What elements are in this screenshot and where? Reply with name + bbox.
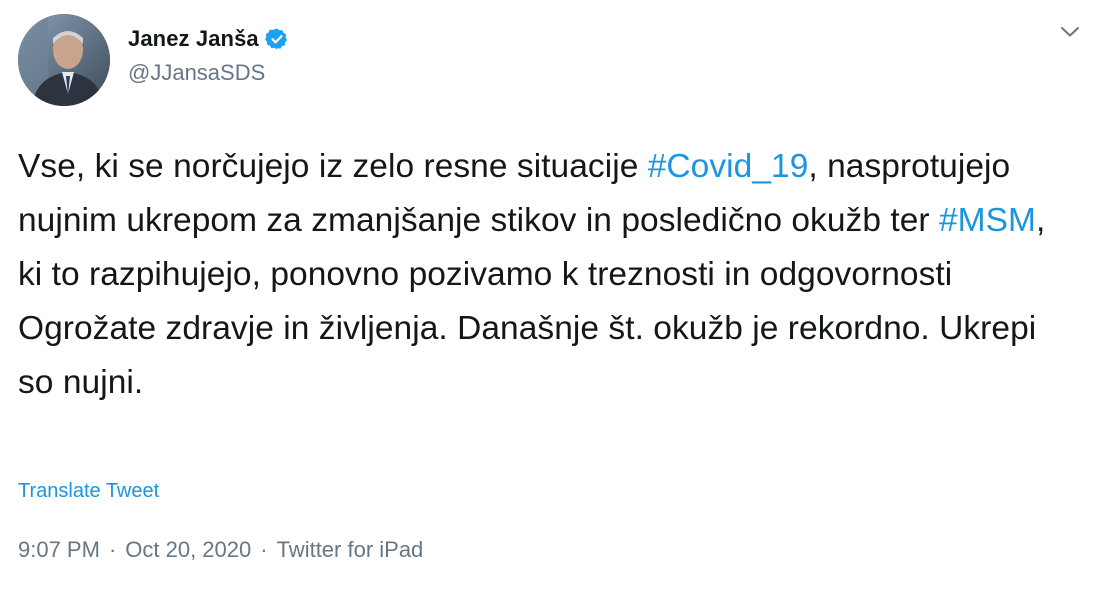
- hashtag-link[interactable]: #Covid_19: [648, 148, 809, 185]
- author-display-name[interactable]: Janez Janša: [128, 26, 259, 52]
- translate-tweet-link[interactable]: Translate Tweet: [18, 480, 159, 503]
- author-name-row: Janez Janša: [128, 24, 289, 54]
- hashtag-link[interactable]: #MSM: [939, 202, 1036, 239]
- chevron-down-icon: [1060, 25, 1080, 43]
- verified-badge-icon: [264, 27, 289, 51]
- meta-separator: ·: [260, 537, 268, 562]
- user-avatar[interactable]: [18, 14, 110, 106]
- tweet-source[interactable]: Twitter for iPad: [277, 537, 424, 563]
- tweet-text-segment: Vse, ki se norčujejo iz zelo resne situa…: [18, 148, 648, 185]
- tweet-date[interactable]: Oct 20, 2020: [125, 537, 251, 563]
- tweet-text: Vse, ki se norčujejo iz zelo resne situa…: [18, 140, 1078, 410]
- author-handle[interactable]: @JJansaSDS: [128, 60, 265, 86]
- tweet-menu-button[interactable]: [1056, 22, 1084, 46]
- tweet-text-segment: ,: [808, 148, 828, 185]
- meta-separator: ·: [108, 537, 117, 562]
- tweet-meta: 9:07 PM · Oct 20, 2020 · Twitter for iPa…: [18, 537, 423, 563]
- tweet-card: Janez Janša @JJansaSDS Vse, ki se norčuj…: [0, 0, 1104, 590]
- tweet-time[interactable]: 9:07 PM: [18, 537, 100, 563]
